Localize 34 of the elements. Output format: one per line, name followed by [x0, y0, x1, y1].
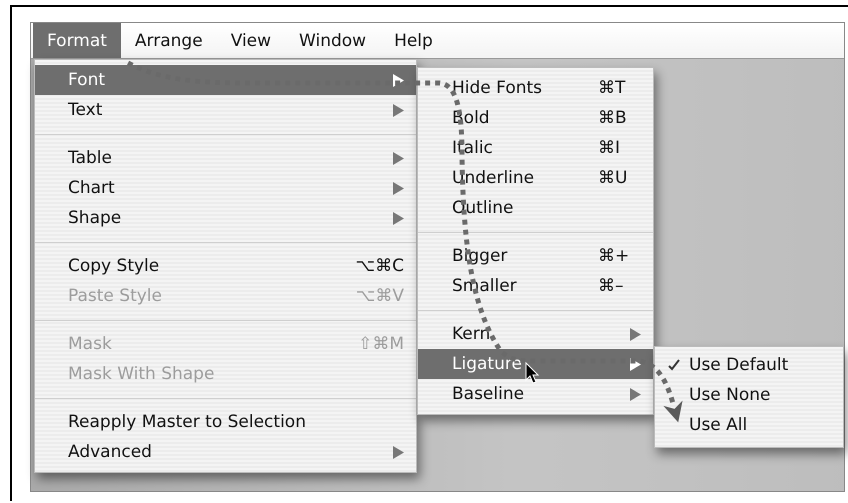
shortcut-label: ⌥⌘C: [356, 256, 404, 276]
menu-title[interactable]: Help: [380, 23, 447, 58]
shortcut-label: ⌘+: [598, 246, 630, 266]
menu-item[interactable]: Chart: [35, 173, 416, 203]
menu-item[interactable]: Smaller ⌘–: [418, 271, 653, 301]
menu-title[interactable]: Format: [33, 23, 121, 58]
menu-title[interactable]: View: [216, 23, 286, 58]
shortcut-label: ⌘–: [598, 276, 624, 296]
menu-item[interactable]: Kern: [418, 319, 653, 349]
menu-item[interactable]: Reapply Master to Selection: [35, 407, 416, 437]
menu-item[interactable]: Ligature: [418, 349, 653, 379]
menu-item[interactable]: Table: [35, 143, 416, 173]
menu-item[interactable]: Font: [35, 65, 416, 95]
shortcut-label: ⌘B: [598, 108, 628, 128]
menu-item[interactable]: Copy Style ⌥⌘C: [35, 251, 416, 281]
cursor-icon: [526, 362, 540, 384]
shortcut-label: ⇧⌘M: [358, 334, 404, 354]
shortcut-label: ⌘U: [598, 168, 628, 188]
menu-item[interactable]: Underline ⌘U: [418, 163, 653, 193]
menu-item[interactable]: Use None: [655, 382, 843, 412]
menu-item[interactable]: Hide Fonts ⌘T: [418, 73, 653, 103]
shortcut-label: ⌘I: [598, 138, 622, 158]
shortcut-label: ⌘T: [598, 78, 626, 98]
menu-item[interactable]: Use Default: [655, 352, 843, 382]
menu-title[interactable]: Arrange: [120, 23, 217, 58]
menu-item[interactable]: Bigger ⌘+: [418, 241, 653, 271]
menu-item[interactable]: Use All: [655, 412, 843, 442]
menu-title[interactable]: Window: [285, 23, 380, 58]
menu-item[interactable]: Advanced: [35, 437, 416, 467]
menu-item[interactable]: Shape: [35, 203, 416, 233]
menu-item[interactable]: Outline: [418, 193, 653, 223]
menu-item[interactable]: Text: [35, 95, 416, 125]
menu-item[interactable]: Baseline: [418, 379, 653, 409]
shortcut-label: ⌥⌘V: [356, 286, 404, 306]
